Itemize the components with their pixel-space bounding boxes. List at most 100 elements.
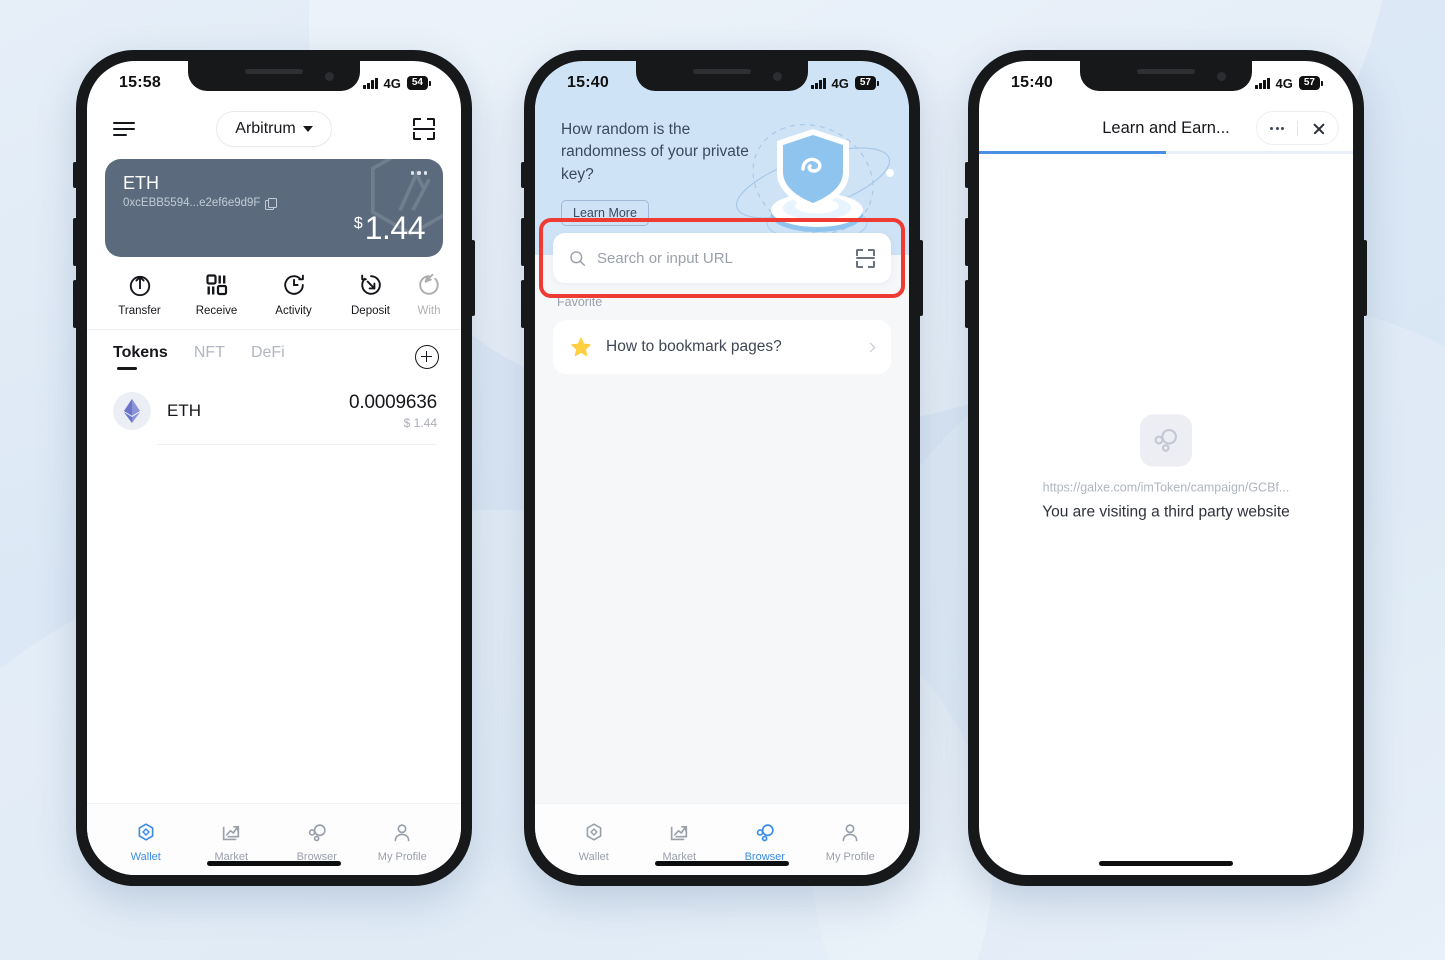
tabs-list: Tokens NFT DeFi: [113, 344, 285, 370]
earpiece-speaker: [245, 69, 303, 74]
phone-webview: 15:40 4G 57 Learn and Earn... https://ga…: [965, 50, 1367, 886]
action-withdraw[interactable]: With: [409, 273, 449, 317]
more-icon[interactable]: [410, 171, 427, 175]
battery-level: 54: [406, 76, 428, 90]
market-chart-icon: [671, 825, 688, 841]
network-type: 4G: [383, 75, 401, 91]
add-token-button[interactable]: [415, 345, 439, 369]
status-indicators: 4G 57: [811, 76, 879, 91]
third-party-message: You are visiting a third party website: [1042, 503, 1290, 521]
network-type: 4G: [831, 75, 849, 91]
action-label: Receive: [195, 305, 238, 317]
webview-header: Learn and Earn...: [979, 105, 1353, 151]
nav-item-my-profile[interactable]: My Profile: [360, 822, 446, 863]
shield-randomness-illustration: [735, 124, 894, 242]
deposit-arrow-icon: [360, 274, 381, 295]
asset-tabs: Tokens NFT DeFi: [87, 330, 461, 370]
search-icon: [570, 250, 586, 266]
power-button[interactable]: [471, 240, 475, 316]
action-label: With: [417, 305, 441, 317]
learn-more-button[interactable]: Learn More: [561, 200, 649, 227]
search-input[interactable]: Search or input URL: [553, 233, 891, 283]
scan-icon[interactable]: [856, 248, 875, 268]
qr-code-icon: [205, 274, 227, 296]
close-icon[interactable]: [1298, 112, 1338, 144]
volume-up-button[interactable]: [965, 218, 969, 266]
home-indicator: [1099, 861, 1233, 866]
network-type: 4G: [1275, 75, 1293, 91]
browser-bubbles-icon: [1140, 414, 1192, 467]
nav-label: My Profile: [377, 851, 427, 863]
nav-item-market[interactable]: Market: [189, 822, 275, 863]
nav-item-wallet[interactable]: Wallet: [103, 822, 189, 863]
action-label: Activity: [275, 305, 312, 317]
volume-down-button[interactable]: [521, 280, 525, 328]
volume-up-button[interactable]: [521, 218, 525, 266]
clock-icon: [283, 274, 304, 295]
nav-item-market[interactable]: Market: [637, 822, 723, 863]
power-button[interactable]: [919, 240, 923, 316]
person-icon: [394, 824, 410, 842]
battery-level: 57: [854, 76, 876, 90]
search-section: Search or input URL: [539, 218, 905, 298]
address-text: 0xcEBB5594...e2ef6e9d9F: [123, 197, 261, 209]
tab-nft[interactable]: NFT: [194, 344, 225, 370]
battery-tip-icon: [877, 80, 879, 86]
page-load-progress-fill: [979, 151, 1166, 154]
currency-symbol: $: [353, 215, 363, 232]
power-button[interactable]: [1363, 240, 1367, 316]
volume-down-button[interactable]: [73, 280, 77, 328]
silent-switch[interactable]: [521, 162, 525, 188]
battery-tip-icon: [429, 80, 431, 86]
status-indicators: 4G 57: [1255, 76, 1323, 91]
scan-icon[interactable]: [412, 118, 435, 140]
webview-controls: [1256, 111, 1339, 145]
signal-icon: [811, 77, 826, 89]
front-camera: [325, 72, 334, 81]
volume-up-button[interactable]: [73, 218, 77, 266]
star-icon: [571, 337, 591, 357]
nav-item-browser[interactable]: Browser: [274, 822, 360, 863]
token-row[interactable]: ETH 0.0009636 $ 1.44: [87, 376, 461, 444]
home-indicator: [655, 861, 789, 866]
hamburger-icon[interactable]: [113, 122, 135, 136]
copy-icon[interactable]: [265, 197, 278, 210]
action-transfer[interactable]: Transfer: [101, 273, 178, 317]
nav-item-browser[interactable]: Browser: [722, 822, 808, 863]
more-icon[interactable]: [1257, 112, 1297, 144]
webview-content: https://galxe.com/imToken/campaign/GCBf.…: [979, 414, 1353, 522]
front-camera: [1217, 72, 1226, 81]
wallet-header: Arbitrum: [87, 105, 461, 157]
nav-label: My Profile: [825, 851, 875, 863]
tab-defi[interactable]: DeFi: [251, 344, 285, 370]
withdraw-arrow-icon: [419, 273, 439, 295]
search-placeholder: Search or input URL: [597, 249, 733, 267]
action-activity[interactable]: Activity: [255, 273, 332, 317]
notch: [636, 61, 808, 91]
volume-down-button[interactable]: [965, 280, 969, 328]
token-amount: 0.0009636: [348, 392, 437, 413]
balance-value: 1.44: [364, 210, 426, 246]
transfer-up-icon: [129, 275, 150, 297]
favorite-section: Favorite How to bookmark pages?: [535, 281, 909, 803]
action-deposit[interactable]: Deposit: [332, 273, 409, 317]
wallet-icon: [138, 823, 154, 841]
tab-tokens[interactable]: Tokens: [113, 344, 168, 370]
silent-switch[interactable]: [965, 162, 969, 188]
earpiece-speaker: [1137, 69, 1195, 74]
balance-card[interactable]: ETH 0xcEBB5594...e2ef6e9d9F $ 1.44: [105, 159, 443, 257]
nav-item-my-profile[interactable]: My Profile: [808, 822, 894, 863]
status-time: 15:40: [567, 74, 609, 91]
home-indicator: [207, 861, 341, 866]
nav-item-wallet[interactable]: Wallet: [551, 822, 637, 863]
action-receive[interactable]: Receive: [178, 273, 255, 317]
chevron-down-icon: [302, 126, 313, 132]
wallet-icon: [586, 823, 602, 841]
network-selector[interactable]: Arbitrum: [216, 111, 332, 147]
token-values: 0.0009636 $ 1.44: [349, 392, 437, 430]
notch: [188, 61, 360, 91]
status-time: 15:40: [1011, 74, 1053, 91]
token-fiat-value: $ 1.44: [403, 416, 437, 430]
favorite-item[interactable]: How to bookmark pages?: [553, 320, 891, 374]
silent-switch[interactable]: [73, 162, 77, 188]
